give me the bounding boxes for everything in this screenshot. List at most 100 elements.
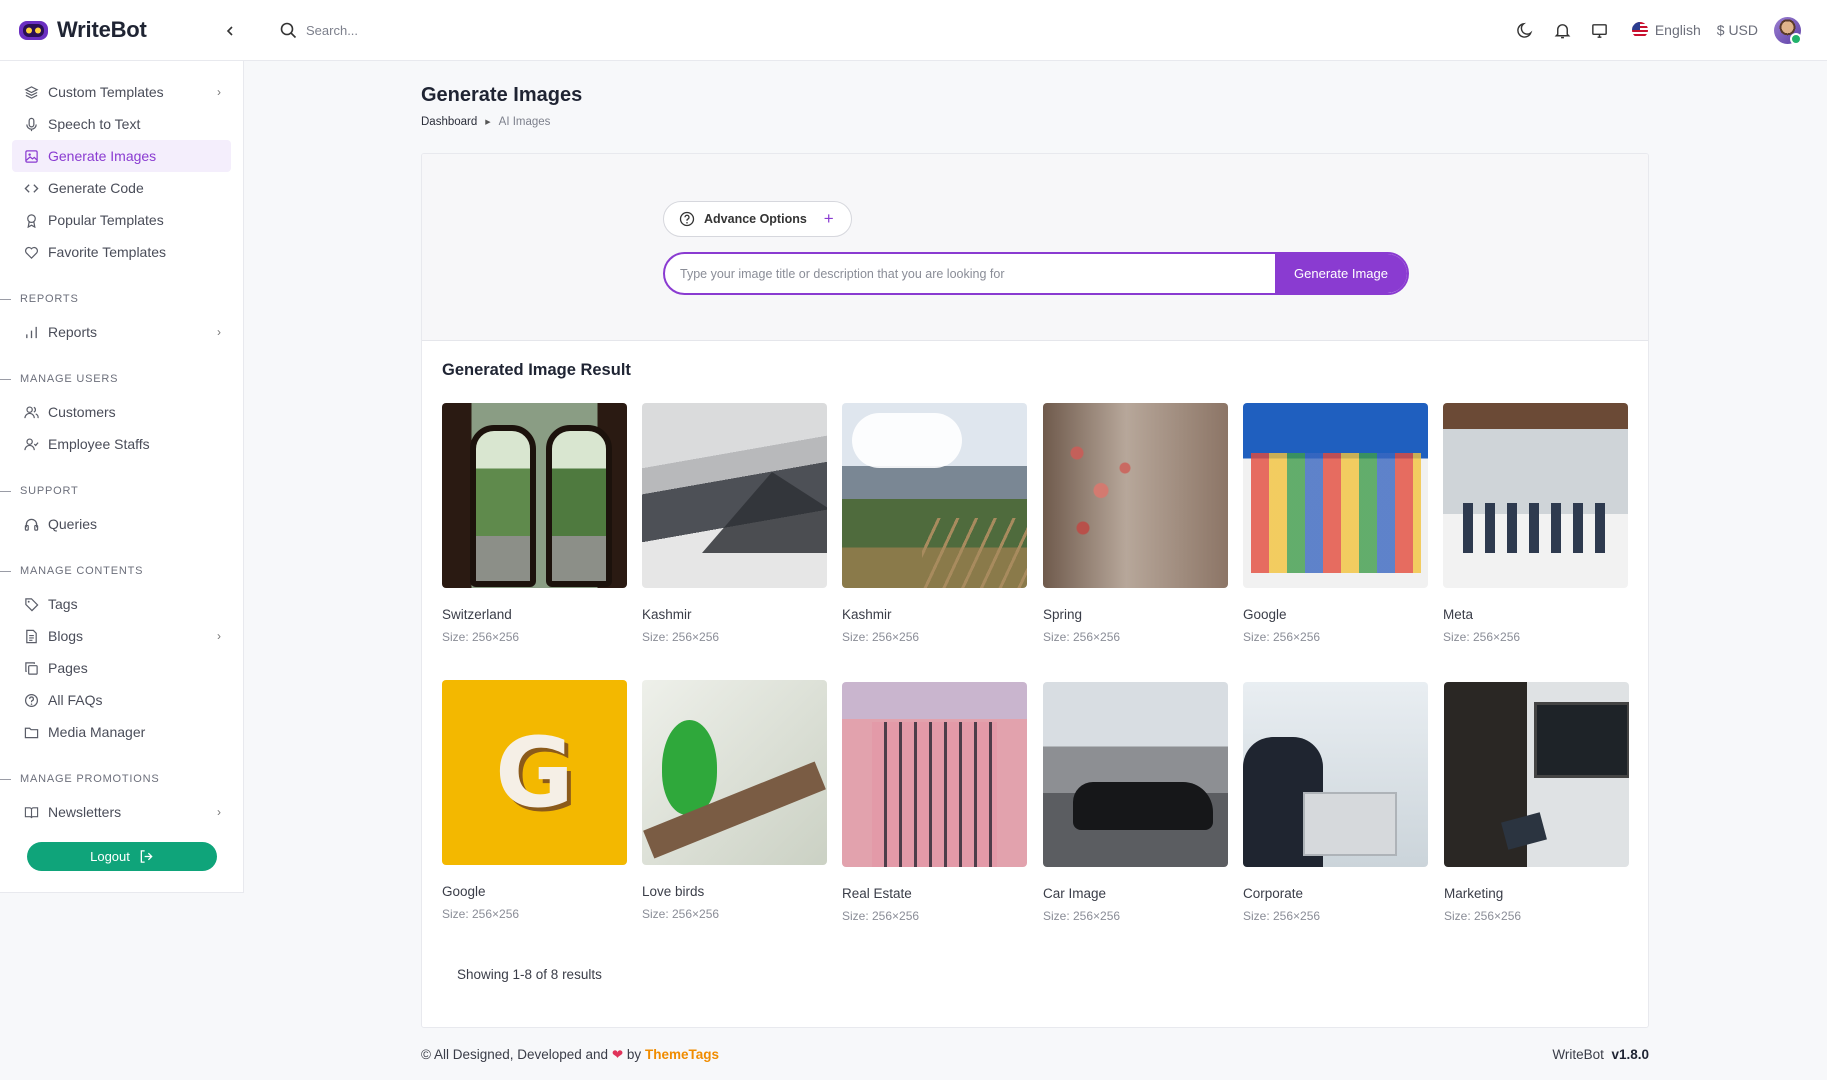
image-thumbnail[interactable] [1444, 682, 1629, 867]
sidebar-item-pages[interactable]: Pages [12, 652, 231, 684]
logout-button[interactable]: Logout [27, 842, 217, 871]
image-size: Size: 256×256 [1443, 630, 1521, 644]
image-title: Spring [1043, 607, 1083, 622]
image-card[interactable]: Spring Size: 256×256 [1043, 403, 1228, 644]
sidebar-item-custom-templates[interactable]: Custom Templates › [12, 76, 231, 108]
sidebar-item-newsletters[interactable]: Newsletters › [12, 796, 231, 828]
image-title: Kashmir [842, 607, 892, 622]
image-size: Size: 256×256 [642, 907, 720, 921]
chevron-left-icon [226, 25, 233, 36]
image-thumbnail[interactable] [1243, 682, 1428, 867]
chevron-right-icon: › [217, 629, 221, 643]
code-icon [23, 180, 39, 196]
themetags-link[interactable]: ThemeTags [645, 1047, 719, 1062]
section-title-support: SUPPORT [0, 484, 243, 498]
pagination-summary: Showing 1-8 of 8 results [457, 967, 602, 982]
results-title: Generated Image Result [442, 361, 631, 379]
sidebar-item-blogs[interactable]: Blogs › [12, 620, 231, 652]
image-card[interactable]: Google Size: 256×256 [1243, 403, 1428, 644]
user-avatar[interactable] [1774, 16, 1802, 45]
breadcrumb-dashboard[interactable]: Dashboard [421, 116, 477, 128]
sidebar-item-employee-staffs[interactable]: Employee Staffs [12, 428, 231, 460]
image-title: Real Estate [842, 886, 912, 901]
version-number: v1.8.0 [1611, 1047, 1649, 1062]
image-card[interactable]: Kashmir Size: 256×256 [842, 403, 1027, 644]
sidebar-item-all-faqs[interactable]: All FAQs [12, 684, 231, 716]
advance-options-button[interactable]: Advance Options + [663, 201, 852, 237]
image-thumbnail[interactable] [442, 403, 627, 588]
sidebar-item-speech-to-text[interactable]: Speech to Text [12, 108, 231, 140]
prompt-form: Generate Image [663, 252, 1409, 295]
image-thumbnail[interactable] [642, 680, 827, 865]
sidebar-item-popular-templates[interactable]: Popular Templates [12, 204, 231, 236]
image-thumbnail[interactable]: G [442, 680, 627, 865]
generate-image-button[interactable]: Generate Image [1275, 254, 1407, 293]
frontend-preview-button[interactable] [1583, 13, 1617, 47]
image-card[interactable]: Love birds Size: 256×256 [642, 680, 827, 921]
robot-logo-icon [19, 20, 48, 40]
sidebar-item-label: Popular Templates [48, 212, 164, 228]
image-card[interactable]: Marketing Size: 256×256 [1444, 682, 1629, 923]
chevron-right-icon: › [217, 325, 221, 339]
image-card[interactable]: Meta Size: 256×256 [1443, 403, 1628, 644]
google-logo-icon: G [495, 716, 574, 829]
sidebar-item-customers[interactable]: Customers [12, 396, 231, 428]
currency-selector[interactable]: $ USD [1717, 22, 1758, 38]
sidebar-item-tags[interactable]: Tags [12, 588, 231, 620]
image-card[interactable]: G Google Size: 256×256 [442, 680, 627, 921]
image-title: Marketing [1444, 886, 1504, 901]
image-icon [23, 148, 39, 164]
copy-icon [23, 660, 39, 676]
image-size: Size: 256×256 [842, 909, 920, 923]
sidebar-item-label: Favorite Templates [48, 244, 167, 260]
sidebar-item-generate-code[interactable]: Generate Code [12, 172, 231, 204]
image-thumbnail[interactable] [842, 403, 1027, 588]
sidebar-item-label: Employee Staffs [48, 436, 150, 452]
language-selector[interactable]: English [1631, 22, 1701, 38]
image-thumbnail[interactable] [642, 403, 827, 588]
sidebar-item-reports[interactable]: Reports › [12, 316, 231, 348]
sidebar-item-label: Generate Code [48, 180, 144, 196]
image-thumbnail[interactable] [1243, 403, 1428, 588]
sidebar-item-queries[interactable]: Queries [12, 508, 231, 540]
image-thumbnail[interactable] [1043, 682, 1228, 867]
image-title: Love birds [642, 884, 705, 899]
search-input[interactable] [306, 22, 626, 38]
image-size: Size: 256×256 [1243, 909, 1321, 923]
image-title: Meta [1443, 607, 1474, 622]
notifications-button[interactable] [1546, 13, 1580, 47]
page-title: Generate Images [421, 84, 583, 106]
image-card[interactable]: Switzerland Size: 256×256 [442, 403, 627, 644]
image-title: Google [1243, 607, 1287, 622]
brand[interactable]: WriteBot [0, 0, 244, 61]
image-card[interactable]: Real Estate Size: 256×256 [842, 682, 1027, 923]
image-thumbnail[interactable] [1443, 403, 1628, 588]
sidebar-collapse-button[interactable] [216, 17, 244, 45]
image-card[interactable]: Corporate Size: 256×256 [1243, 682, 1428, 923]
sidebar-item-favorite-templates[interactable]: Favorite Templates [12, 236, 231, 268]
image-size: Size: 256×256 [1444, 909, 1522, 923]
image-size: Size: 256×256 [642, 630, 720, 644]
image-thumbnail[interactable] [1043, 403, 1228, 588]
image-card[interactable]: Kashmir Size: 256×256 [642, 403, 827, 644]
layers-icon [23, 84, 39, 100]
sidebar-item-label: Pages [48, 660, 88, 676]
sidebar-item-media-manager[interactable]: Media Manager [12, 716, 231, 748]
sidebar-item-generate-images[interactable]: Generate Images [12, 140, 231, 172]
sidebar-item-label: All FAQs [48, 692, 103, 708]
page-header: Generate Images Dashboard ▶ AI Images [421, 84, 582, 128]
user-check-icon [23, 436, 39, 452]
theme-toggle-button[interactable] [1509, 13, 1543, 47]
image-prompt-input[interactable] [665, 254, 1275, 293]
image-size: Size: 256×256 [1243, 630, 1321, 644]
footer-product: WriteBot [1552, 1047, 1604, 1062]
chevron-right-icon: › [217, 805, 221, 819]
logout-label: Logout [90, 849, 130, 864]
caret-right-icon: ▶ [485, 119, 491, 126]
sidebar: Custom Templates › Speech to Text Genera… [0, 61, 244, 893]
search-box[interactable] [280, 22, 680, 39]
image-thumbnail[interactable] [842, 682, 1027, 867]
image-card[interactable]: Car Image Size: 256×256 [1043, 682, 1228, 923]
image-size: Size: 256×256 [1043, 909, 1121, 923]
headphones-icon [23, 516, 39, 532]
